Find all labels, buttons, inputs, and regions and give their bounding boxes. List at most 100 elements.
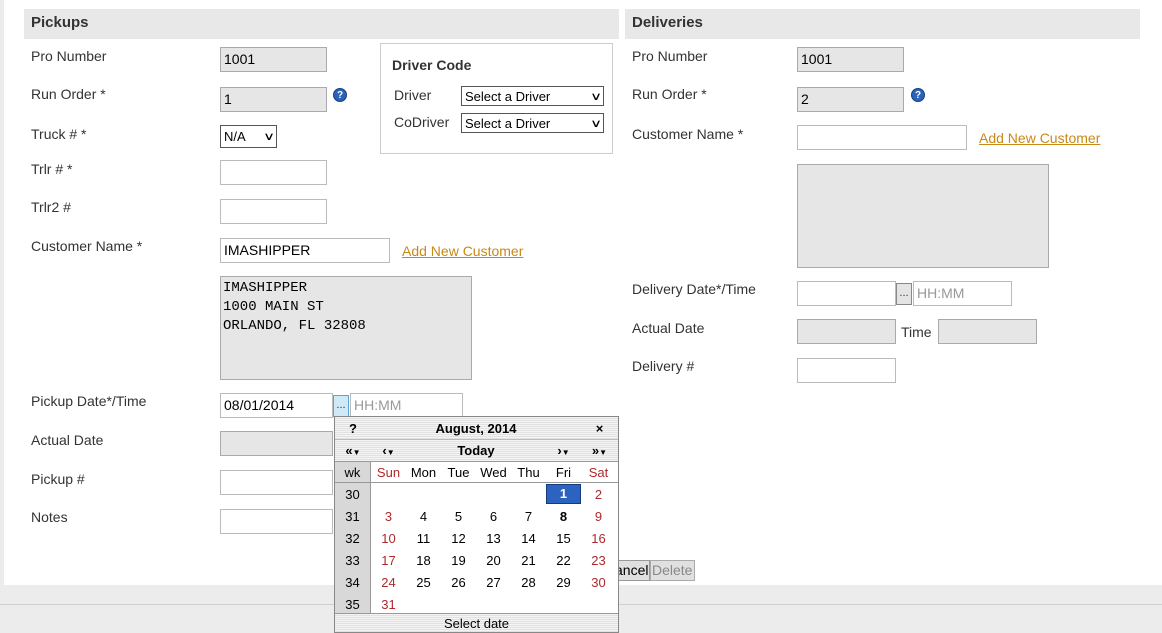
delete-button[interactable]: Delete bbox=[650, 560, 695, 581]
calendar-weekday-mon: Mon bbox=[410, 464, 437, 480]
delivery-actual-date-field[interactable] bbox=[797, 319, 896, 344]
delivery-date-label: Delivery Date*/Time bbox=[632, 281, 756, 297]
delivery-date-picker-button[interactable]: ... bbox=[896, 283, 912, 305]
deliveries-header: Deliveries bbox=[625, 9, 1140, 39]
delivery-address-textarea[interactable] bbox=[797, 164, 1049, 268]
close-icon[interactable]: × bbox=[581, 421, 618, 436]
prev-month-button[interactable]: ‹▼ bbox=[371, 443, 406, 458]
calendar-day[interactable]: 22 bbox=[546, 553, 581, 568]
calendar-status-text: Select date bbox=[443, 616, 510, 631]
pickup-date-picker-button[interactable]: ... bbox=[333, 395, 349, 417]
next-year-button[interactable]: »▼ bbox=[581, 443, 618, 458]
pickup-customer-field[interactable]: IMASHIPPER bbox=[220, 238, 390, 263]
delivery-time-field[interactable]: HH:MM bbox=[913, 281, 1012, 306]
codriver-select-value: Select a Driver bbox=[465, 115, 551, 131]
delivery-add-customer-link[interactable]: Add New Customer bbox=[979, 130, 1100, 146]
calendar-help-button[interactable]: ? bbox=[335, 421, 371, 436]
calendar-day[interactable]: 3 bbox=[371, 509, 406, 524]
notes-label: Notes bbox=[31, 509, 68, 525]
pickup-address-textarea[interactable]: IMASHIPPER 1000 MAIN ST ORLANDO, FL 3280… bbox=[220, 276, 472, 380]
calendar-day[interactable]: 15 bbox=[546, 531, 581, 546]
calendar-week-number: 34 bbox=[335, 571, 371, 593]
delivery-run-help-icon[interactable]: ? bbox=[911, 88, 925, 102]
calendar-nav-row: «▼ ‹▼ Today ›▼ »▼ bbox=[335, 439, 618, 461]
chevron-down-icon: ▼ bbox=[561, 448, 570, 457]
delivery-customer-label: Customer Name * bbox=[632, 126, 744, 142]
pickup-time-field[interactable]: HH:MM bbox=[350, 393, 463, 418]
chevron-down-icon: ∨ bbox=[589, 117, 603, 130]
calendar-day[interactable]: 13 bbox=[476, 531, 511, 546]
run-order-help-icon[interactable]: ? bbox=[333, 88, 347, 102]
delivery-actual-time-field[interactable] bbox=[938, 319, 1037, 344]
calendar-day[interactable]: 28 bbox=[511, 575, 546, 590]
double-chevron-left-icon: « bbox=[345, 443, 353, 458]
calendar-day[interactable]: 16 bbox=[581, 531, 616, 546]
pickup-date-field[interactable]: 08/01/2014 bbox=[220, 393, 333, 418]
codriver-select[interactable]: Select a Driver ∨ bbox=[461, 113, 604, 133]
delivery-pro-field[interactable]: 1001 bbox=[797, 47, 904, 72]
calendar-day[interactable]: 11 bbox=[406, 531, 441, 546]
delivery-pro-label: Pro Number bbox=[632, 48, 708, 64]
next-month-button[interactable]: ›▼ bbox=[546, 443, 581, 458]
pickup-number-field[interactable] bbox=[220, 470, 333, 495]
calendar-day[interactable]: 2 bbox=[581, 487, 616, 502]
calendar-week-row: 31 3 4 5 6 7 8 9 bbox=[335, 505, 618, 527]
calendar-day[interactable]: 4 bbox=[406, 509, 441, 524]
calendar-day[interactable]: 26 bbox=[441, 575, 476, 590]
truck-select[interactable]: N/A ∨ bbox=[220, 125, 277, 148]
calendar-day[interactable]: 29 bbox=[546, 575, 581, 590]
trlr2-field[interactable] bbox=[220, 199, 327, 224]
calendar-day[interactable]: 23 bbox=[581, 553, 616, 568]
calendar-day[interactable]: 17 bbox=[371, 553, 406, 568]
calendar-day[interactable]: 21 bbox=[511, 553, 546, 568]
calendar-day[interactable]: 12 bbox=[441, 531, 476, 546]
delivery-number-field[interactable] bbox=[797, 358, 896, 383]
calendar-day[interactable]: 20 bbox=[476, 553, 511, 568]
calendar-day[interactable]: 7 bbox=[511, 509, 546, 524]
calendar-day[interactable]: 6 bbox=[476, 509, 511, 524]
delivery-date-field[interactable] bbox=[797, 281, 896, 306]
driver-select[interactable]: Select a Driver ∨ bbox=[461, 86, 604, 106]
notes-field[interactable] bbox=[220, 509, 333, 534]
pickup-pro-field[interactable]: 1001 bbox=[220, 47, 327, 72]
trlr-field[interactable] bbox=[220, 160, 327, 185]
trlr-label: Trlr # * bbox=[31, 161, 73, 177]
pickup-actual-date-field[interactable] bbox=[220, 431, 333, 456]
calendar-day[interactable]: 10 bbox=[371, 531, 406, 546]
calendar-week-row: 35 31 bbox=[335, 593, 618, 615]
chevron-down-icon: ▼ bbox=[599, 448, 608, 457]
calendar-week-row: 32 10 11 12 13 14 15 16 bbox=[335, 527, 618, 549]
pickup-run-field[interactable]: 1 bbox=[220, 87, 327, 112]
prev-year-button[interactable]: «▼ bbox=[335, 443, 371, 458]
calendar-day[interactable]: 1 bbox=[546, 484, 581, 504]
pickup-add-customer-link[interactable]: Add New Customer bbox=[402, 243, 523, 259]
calendar-today-button[interactable]: Today bbox=[406, 443, 546, 458]
calendar-day[interactable]: 9 bbox=[581, 509, 616, 524]
calendar-day[interactable]: 8 bbox=[546, 509, 581, 524]
delivery-customer-field[interactable] bbox=[797, 125, 967, 150]
date-picker-calendar: ? August, 2014 × «▼ ‹▼ Today ›▼ »▼ wk Su… bbox=[334, 416, 619, 633]
calendar-day[interactable]: 18 bbox=[406, 553, 441, 568]
pickup-pro-label: Pro Number bbox=[31, 48, 107, 64]
chevron-down-icon: ▼ bbox=[386, 448, 395, 457]
calendar-week-number: 30 bbox=[335, 483, 371, 505]
calendar-weekday-fri: Fri bbox=[555, 464, 572, 480]
calendar-day[interactable]: 19 bbox=[441, 553, 476, 568]
calendar-weekday-thu: Thu bbox=[517, 464, 540, 480]
calendar-day[interactable]: 24 bbox=[371, 575, 406, 590]
cancel-button[interactable]: ancel bbox=[614, 560, 650, 581]
calendar-day[interactable]: 27 bbox=[476, 575, 511, 590]
calendar-day[interactable]: 31 bbox=[371, 597, 406, 612]
calendar-day[interactable]: 30 bbox=[581, 575, 616, 590]
delivery-run-field[interactable]: 2 bbox=[797, 87, 904, 112]
calendar-week-row: 33 17 18 19 20 21 22 23 bbox=[335, 549, 618, 571]
calendar-day[interactable]: 5 bbox=[441, 509, 476, 524]
calendar-week-number: 35 bbox=[335, 593, 371, 615]
calendar-wk-header: wk bbox=[335, 462, 371, 482]
trlr2-label: Trlr2 # bbox=[31, 199, 71, 215]
delivery-actual-label: Actual Date bbox=[632, 320, 705, 336]
calendar-day[interactable]: 14 bbox=[511, 531, 546, 546]
actual-date-label: Actual Date bbox=[31, 432, 104, 448]
calendar-day[interactable]: 25 bbox=[406, 575, 441, 590]
pickup-run-label: Run Order * bbox=[31, 86, 106, 102]
